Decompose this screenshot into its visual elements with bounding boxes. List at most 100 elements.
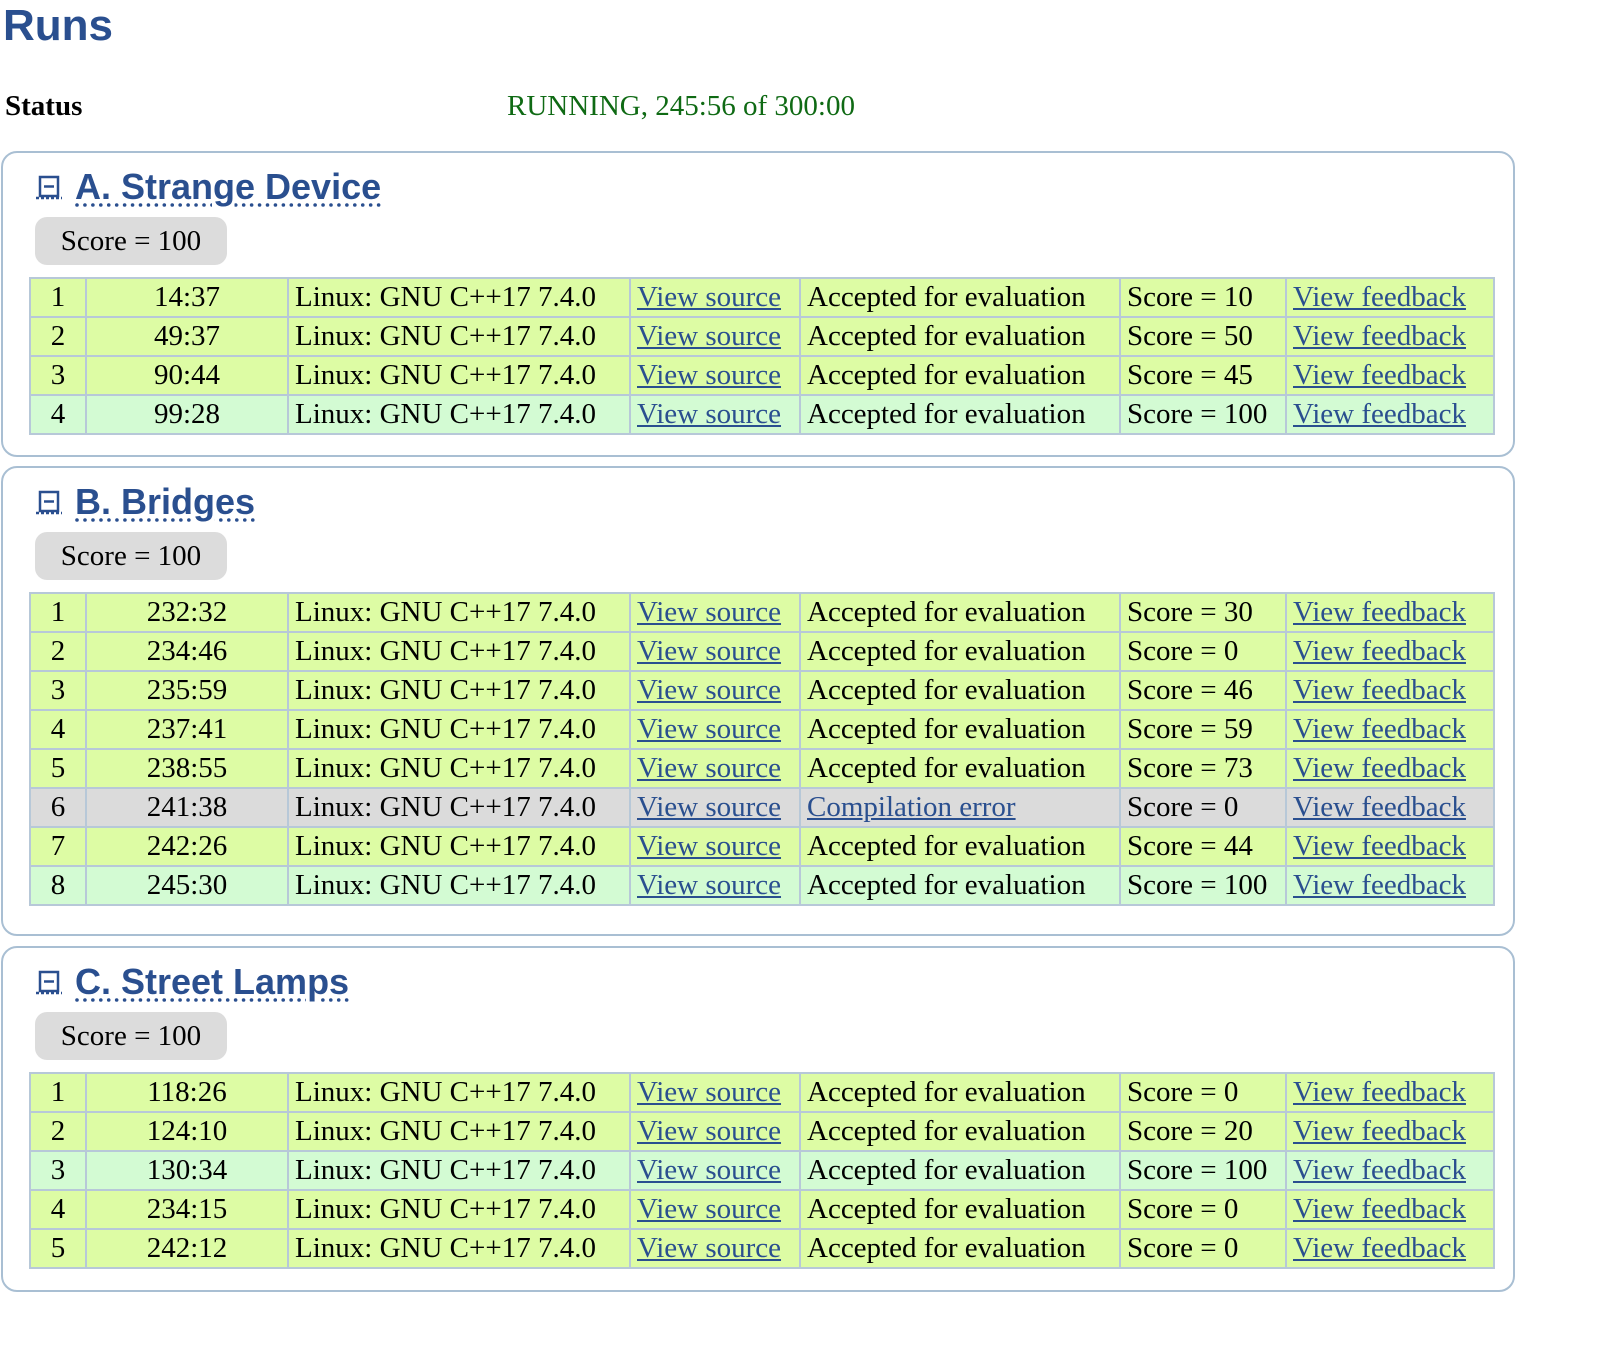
view-source-link[interactable]: View source [637,1076,781,1108]
view-source-cell[interactable]: View source [629,394,801,435]
view-source-link[interactable]: View source [637,635,781,667]
view-source-link[interactable]: View source [637,1232,781,1264]
run-status: Accepted for evaluation [799,826,1121,867]
view-feedback-link[interactable]: View feedback [1293,320,1466,352]
view-feedback-link[interactable]: View feedback [1293,674,1466,706]
view-feedback-cell[interactable]: View feedback [1285,277,1495,318]
view-source-cell[interactable]: View source [629,592,801,633]
view-source-link[interactable]: View source [637,359,781,391]
view-source-cell[interactable]: View source [629,709,801,750]
view-feedback-link[interactable]: View feedback [1293,713,1466,745]
view-feedback-cell[interactable]: View feedback [1285,865,1495,906]
run-language: Linux: GNU C++17 7.4.0 [287,1189,631,1230]
run-time: 90:44 [85,355,289,396]
view-feedback-cell[interactable]: View feedback [1285,670,1495,711]
view-feedback-link[interactable]: View feedback [1293,635,1466,667]
view-feedback-cell[interactable]: View feedback [1285,631,1495,672]
view-source-link[interactable]: View source [637,674,781,706]
view-source-cell[interactable]: View source [629,355,801,396]
view-source-cell[interactable]: View source [629,865,801,906]
view-source-link[interactable]: View source [637,1154,781,1186]
run-language: Linux: GNU C++17 7.4.0 [287,1150,631,1191]
run-number: 1 [29,1072,87,1113]
run-number: 5 [29,1228,87,1269]
view-source-cell[interactable]: View source [629,787,801,828]
run-score: Score = 45 [1119,355,1287,396]
run-time: 130:34 [85,1150,289,1191]
view-feedback-link[interactable]: View feedback [1293,1154,1466,1186]
view-feedback-cell[interactable]: View feedback [1285,826,1495,867]
view-feedback-link[interactable]: View feedback [1293,596,1466,628]
view-source-link[interactable]: View source [637,1115,781,1147]
view-source-link[interactable]: View source [637,281,781,313]
view-source-cell[interactable]: View source [629,316,801,357]
view-source-link[interactable]: View source [637,1193,781,1225]
problem-title-link[interactable]: B. Bridges [35,480,255,524]
view-source-cell[interactable]: View source [629,826,801,867]
view-feedback-cell[interactable]: View feedback [1285,394,1495,435]
view-source-cell[interactable]: View source [629,1228,801,1269]
view-feedback-link[interactable]: View feedback [1293,791,1466,823]
view-source-cell[interactable]: View source [629,1150,801,1191]
collapse-icon[interactable] [35,489,63,515]
view-source-cell[interactable]: View source [629,1189,801,1230]
view-feedback-cell[interactable]: View feedback [1285,1072,1495,1113]
run-time: 14:37 [85,277,289,318]
view-source-link[interactable]: View source [637,830,781,862]
view-source-cell[interactable]: View source [629,748,801,789]
collapse-icon[interactable] [35,969,63,995]
view-feedback-link[interactable]: View feedback [1293,869,1466,901]
problem-score-badge: Score = 100 [35,532,227,580]
view-feedback-cell[interactable]: View feedback [1285,355,1495,396]
run-time: 237:41 [85,709,289,750]
table-row: 5 242:12 Linux: GNU C++17 7.4.0 View source… [29,1228,1495,1269]
problem-score-badge: Score = 100 [35,1012,227,1060]
view-feedback-cell[interactable]: View feedback [1285,787,1495,828]
view-feedback-cell[interactable]: View feedback [1285,709,1495,750]
view-source-link[interactable]: View source [637,398,781,430]
view-feedback-cell[interactable]: View feedback [1285,748,1495,789]
view-source-link[interactable]: View source [637,596,781,628]
run-status: Accepted for evaluation [799,316,1121,357]
view-source-cell[interactable]: View source [629,277,801,318]
run-number: 1 [29,277,87,318]
view-feedback-link[interactable]: View feedback [1293,752,1466,784]
run-status-cell[interactable]: Compilation error [799,787,1121,828]
view-source-link[interactable]: View source [637,869,781,901]
view-source-link[interactable]: View source [637,713,781,745]
collapse-icon[interactable] [35,174,63,200]
run-score: Score = 50 [1119,316,1287,357]
view-source-cell[interactable]: View source [629,1072,801,1113]
run-score: Score = 0 [1119,631,1287,672]
problem-title-link[interactable]: C. Street Lamps [35,960,349,1004]
view-feedback-cell[interactable]: View feedback [1285,592,1495,633]
view-feedback-link[interactable]: View feedback [1293,281,1466,313]
view-feedback-link[interactable]: View feedback [1293,1193,1466,1225]
run-status-link[interactable]: Compilation error [807,791,1016,823]
table-row: 4 99:28 Linux: GNU C++17 7.4.0 View source A… [29,394,1495,435]
problem-score-badge: Score = 100 [35,217,227,265]
table-row: 3 130:34 Linux: GNU C++17 7.4.0 View source… [29,1150,1495,1191]
view-feedback-cell[interactable]: View feedback [1285,1228,1495,1269]
view-source-cell[interactable]: View source [629,670,801,711]
view-feedback-link[interactable]: View feedback [1293,1232,1466,1264]
problem-title-link[interactable]: A. Strange Device [35,165,381,209]
view-feedback-cell[interactable]: View feedback [1285,1111,1495,1152]
run-score: Score = 46 [1119,670,1287,711]
view-feedback-cell[interactable]: View feedback [1285,316,1495,357]
view-source-cell[interactable]: View source [629,631,801,672]
view-feedback-link[interactable]: View feedback [1293,1076,1466,1108]
view-source-link[interactable]: View source [637,791,781,823]
view-feedback-cell[interactable]: View feedback [1285,1150,1495,1191]
view-feedback-link[interactable]: View feedback [1293,398,1466,430]
view-feedback-cell[interactable]: View feedback [1285,1189,1495,1230]
view-feedback-link[interactable]: View feedback [1293,830,1466,862]
page-title: Runs [3,1,113,50]
view-feedback-link[interactable]: View feedback [1293,359,1466,391]
view-feedback-link[interactable]: View feedback [1293,1115,1466,1147]
view-source-cell[interactable]: View source [629,1111,801,1152]
run-number: 1 [29,592,87,633]
view-source-link[interactable]: View source [637,752,781,784]
view-source-link[interactable]: View source [637,320,781,352]
run-number: 2 [29,1111,87,1152]
